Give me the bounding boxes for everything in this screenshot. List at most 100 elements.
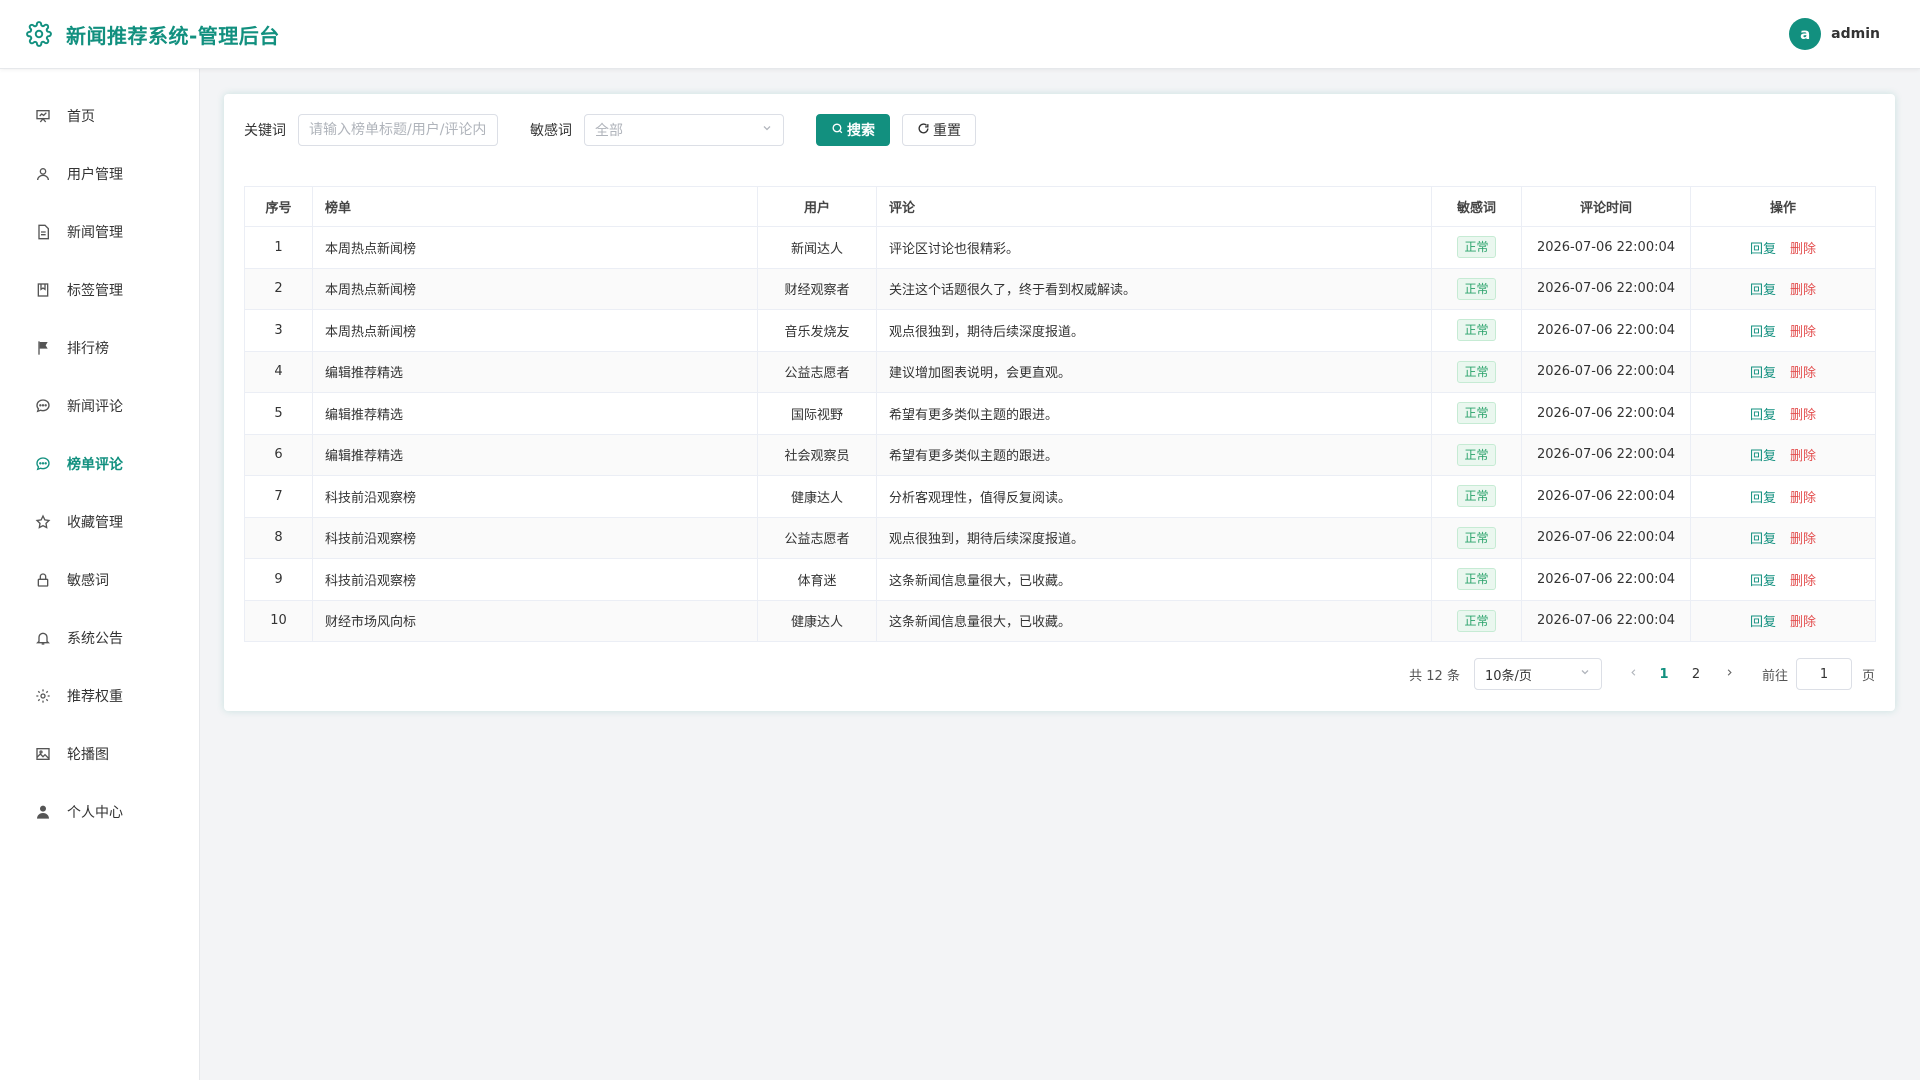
- avatar[interactable]: a: [1789, 18, 1822, 50]
- cell-user: 体育迷: [757, 558, 877, 601]
- sidebar-item-board-comments[interactable]: 榜单评论: [0, 435, 199, 493]
- username[interactable]: admin: [1831, 26, 1880, 42]
- user-menu[interactable]: a admin: [1789, 18, 1880, 50]
- sidebar-item-announcements[interactable]: 系统公告: [0, 609, 199, 667]
- cell-user: 财经观察者: [757, 267, 877, 310]
- sidebar-item-profile[interactable]: 个人中心: [0, 783, 199, 841]
- cell-status: 正常: [1431, 599, 1522, 642]
- status-badge: 正常: [1457, 609, 1496, 632]
- column-header: 榜单: [312, 186, 758, 227]
- sidebar-item-home[interactable]: 首页: [0, 87, 199, 145]
- goto-page-input[interactable]: [1795, 658, 1852, 690]
- delete-link[interactable]: 删除: [1790, 242, 1816, 257]
- cell-time: 2026-07-06 22:00:04: [1521, 226, 1691, 269]
- delete-link[interactable]: 删除: [1790, 366, 1816, 381]
- delete-link[interactable]: 删除: [1790, 574, 1816, 589]
- table-row: 5 编辑推荐精选 国际视野 希望有更多类似主题的跟进。 正常 2026-07-06 22:…: [244, 392, 1876, 435]
- cell-comment: 希望有更多类似主题的跟进。: [876, 433, 1432, 476]
- cell-board: 本周热点新闻榜: [312, 309, 758, 352]
- reply-link[interactable]: 回复: [1750, 283, 1776, 298]
- cell-status: 正常: [1431, 226, 1522, 269]
- sidebar-item-news[interactable]: 新闻管理: [0, 203, 199, 261]
- sensitive-select[interactable]: 全部: [584, 114, 784, 146]
- page-size-select[interactable]: 10条/页: [1473, 658, 1602, 690]
- column-header: 敏感词: [1431, 186, 1522, 227]
- delete-link[interactable]: 删除: [1790, 491, 1816, 506]
- status-badge: 正常: [1457, 526, 1496, 549]
- gear-icon: [34, 687, 52, 705]
- sidebar-item-users[interactable]: 用户管理: [0, 145, 199, 203]
- delete-link[interactable]: 删除: [1790, 615, 1816, 630]
- delete-link[interactable]: 删除: [1790, 283, 1816, 298]
- app-title: 新闻推荐系统-管理后台: [66, 23, 280, 48]
- sidebar: 首页 用户管理 新闻管理 标签管理 排行榜 新闻评论 榜单评论 收藏管理 敏感词…: [0, 69, 200, 1080]
- cell-index: 10: [244, 599, 313, 642]
- reply-link[interactable]: 回复: [1750, 325, 1776, 340]
- delete-link[interactable]: 删除: [1790, 532, 1816, 547]
- cell-board: 编辑推荐精选: [312, 350, 758, 393]
- cell-comment: 这条新闻信息量很大，已收藏。: [876, 558, 1432, 601]
- cell-comment: 观点很独到，期待后续深度报道。: [876, 516, 1432, 559]
- delete-link[interactable]: 删除: [1790, 325, 1816, 340]
- reply-link[interactable]: 回复: [1750, 366, 1776, 381]
- keyword-input[interactable]: [298, 114, 498, 146]
- status-badge: 正常: [1457, 402, 1496, 425]
- cell-time: 2026-07-06 22:00:04: [1521, 558, 1691, 601]
- cell-user: 健康达人: [757, 599, 877, 642]
- sidebar-item-news-comments[interactable]: 新闻评论: [0, 377, 199, 435]
- cell-actions: 回复 删除: [1690, 433, 1876, 476]
- reply-link[interactable]: 回复: [1750, 242, 1776, 257]
- content-card: 关键词 敏感词 全部 搜索 重置: [224, 94, 1895, 711]
- page-number[interactable]: 2: [1680, 667, 1712, 682]
- sidebar-item-sensitive-words[interactable]: 敏感词: [0, 551, 199, 609]
- page-number[interactable]: 1: [1648, 667, 1680, 682]
- cell-index: 5: [244, 392, 313, 435]
- sidebar-item-carousel[interactable]: 轮播图: [0, 725, 199, 783]
- sidebar-item-label: 新闻评论: [67, 399, 123, 415]
- cell-index: 1: [244, 226, 313, 269]
- cell-user: 音乐发烧友: [757, 309, 877, 352]
- cell-status: 正常: [1431, 267, 1522, 310]
- status-badge: 正常: [1457, 319, 1496, 342]
- cell-time: 2026-07-06 22:00:04: [1521, 516, 1691, 559]
- cell-user: 新闻达人: [757, 226, 877, 269]
- sidebar-item-label: 敏感词: [67, 573, 109, 589]
- status-badge: 正常: [1457, 485, 1496, 508]
- sensitive-select-value: 全部: [595, 123, 623, 139]
- reply-link[interactable]: 回复: [1750, 449, 1776, 464]
- cell-actions: 回复 删除: [1690, 599, 1876, 642]
- sidebar-item-recommend-weights[interactable]: 推荐权重: [0, 667, 199, 725]
- delete-link[interactable]: 删除: [1790, 408, 1816, 423]
- status-badge: 正常: [1457, 236, 1496, 259]
- sidebar-item-tags[interactable]: 标签管理: [0, 261, 199, 319]
- cell-actions: 回复 删除: [1690, 516, 1876, 559]
- sidebar-item-favorites[interactable]: 收藏管理: [0, 493, 199, 551]
- reply-link[interactable]: 回复: [1750, 491, 1776, 506]
- sidebar-item-label: 榜单评论: [67, 457, 123, 473]
- reset-button[interactable]: 重置: [902, 114, 976, 146]
- prev-page-button[interactable]: [1620, 667, 1648, 682]
- column-header: 用户: [757, 186, 877, 227]
- cell-status: 正常: [1431, 433, 1522, 476]
- status-badge: 正常: [1457, 360, 1496, 383]
- table-row: 10 财经市场风向标 健康达人 这条新闻信息量很大，已收藏。 正常 2026-07-06 …: [244, 599, 1876, 642]
- cell-actions: 回复 删除: [1690, 475, 1876, 518]
- cell-actions: 回复 删除: [1690, 309, 1876, 352]
- cell-status: 正常: [1431, 309, 1522, 352]
- search-button[interactable]: 搜索: [816, 114, 890, 146]
- delete-link[interactable]: 删除: [1790, 449, 1816, 464]
- cell-user: 社会观察员: [757, 433, 877, 476]
- reply-link[interactable]: 回复: [1750, 532, 1776, 547]
- reply-link[interactable]: 回复: [1750, 615, 1776, 630]
- image-icon: [34, 745, 52, 763]
- sensitive-label: 敏感词: [530, 123, 572, 139]
- cell-board: 科技前沿观察榜: [312, 558, 758, 601]
- reply-link[interactable]: 回复: [1750, 408, 1776, 423]
- reply-link[interactable]: 回复: [1750, 574, 1776, 589]
- sidebar-item-ranking[interactable]: 排行榜: [0, 319, 199, 377]
- cell-comment: 评论区讨论也很精彩。: [876, 226, 1432, 269]
- next-page-button[interactable]: [1716, 667, 1744, 682]
- gear-icon: [24, 19, 54, 49]
- bell-icon: [34, 629, 52, 647]
- status-badge: 正常: [1457, 277, 1496, 300]
